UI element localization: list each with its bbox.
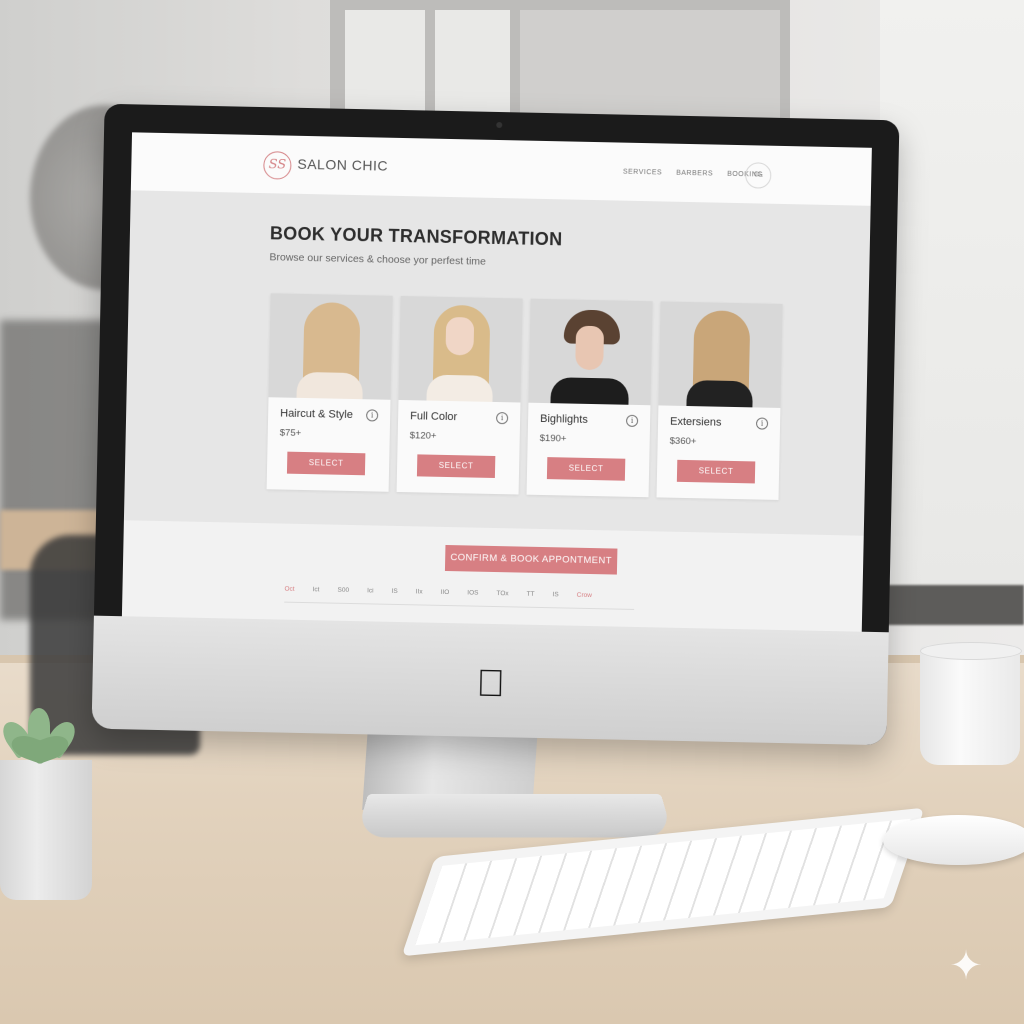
service-photo xyxy=(528,298,653,406)
time-slot-row: Oct Ict S00 Ici IS IIx IIO IOS TOx TT IS… xyxy=(284,586,592,599)
service-card[interactable]: Bighlights i $190+ SELECT xyxy=(526,298,653,498)
imac-monitor: SS SALON CHIC SERVICES BARBERS BOOKING C… xyxy=(91,103,900,746)
select-button[interactable]: SELECT xyxy=(546,457,626,481)
model-torso xyxy=(296,371,364,400)
time-slot[interactable]: Oct xyxy=(284,586,294,593)
model-face xyxy=(575,325,605,371)
nav-item-barbers[interactable]: BARBERS xyxy=(676,170,713,178)
apple-icon:  xyxy=(472,663,509,706)
nav-item-services[interactable]: SERVICES xyxy=(623,169,662,177)
select-button[interactable]: SELECT xyxy=(286,451,366,476)
webcam xyxy=(496,121,503,129)
select-button[interactable]: SELECT xyxy=(676,459,756,484)
service-photo xyxy=(268,293,393,400)
model-face xyxy=(445,316,475,356)
service-photo xyxy=(398,295,523,403)
service-name: Extersiens xyxy=(669,415,722,429)
mug-rim xyxy=(920,642,1022,660)
confirm-book-button[interactable]: CONFIRM & BOOK APPONTMENT xyxy=(444,544,618,575)
monitor-stand-base xyxy=(355,794,674,838)
time-slot[interactable]: Crow xyxy=(577,592,592,599)
time-slot[interactable]: Ict xyxy=(313,586,320,593)
service-price: $190+ xyxy=(539,432,567,445)
info-icon[interactable]: i xyxy=(755,417,769,430)
sparkle-icon: ✦ xyxy=(949,944,983,988)
window-sill xyxy=(870,585,1024,625)
account-button[interactable]: CL xyxy=(745,162,772,189)
time-slot[interactable]: IIO xyxy=(441,589,450,596)
select-button[interactable]: SELECT xyxy=(416,454,496,478)
model-torso xyxy=(426,374,494,403)
window-pane xyxy=(520,10,780,130)
service-price: $360+ xyxy=(669,435,697,448)
info-icon[interactable]: i xyxy=(625,414,639,427)
time-slot[interactable]: IS xyxy=(391,588,397,595)
right-window xyxy=(880,0,1024,600)
service-price: $75+ xyxy=(279,427,302,439)
time-slot[interactable]: Ici xyxy=(367,587,374,594)
time-slot[interactable]: IIx xyxy=(416,588,423,595)
time-slot[interactable]: IOS xyxy=(467,589,478,596)
coffee-mug xyxy=(920,645,1020,765)
time-slot[interactable]: TOx xyxy=(496,590,508,597)
brand-name[interactable]: SALON CHIC xyxy=(297,156,388,174)
timeline-divider xyxy=(284,601,635,610)
time-slot[interactable]: S00 xyxy=(337,587,349,594)
service-cards: Haircut & Style i $75+ SELECT Full Color… xyxy=(266,293,783,500)
model-torso xyxy=(686,380,753,408)
succulent-plant xyxy=(0,700,84,770)
hero-section: BOOK YOUR TRANSFORMATION Browse our serv… xyxy=(123,190,871,536)
page-subtitle: Browse our services & choose yor perfest… xyxy=(269,251,487,268)
info-icon[interactable]: i xyxy=(496,412,509,425)
time-slot[interactable]: TT xyxy=(527,591,535,598)
service-card[interactable]: Full Color i $120+ SELECT xyxy=(396,295,523,495)
model-torso xyxy=(550,377,629,406)
service-card[interactable]: Haircut & Style i $75+ SELECT xyxy=(266,293,393,492)
top-nav: SERVICES BARBERS BOOKING xyxy=(623,169,764,179)
time-slot[interactable]: IS xyxy=(552,591,558,598)
plant-pot xyxy=(0,760,92,900)
service-photo xyxy=(658,301,783,408)
brand-logo[interactable]: SS xyxy=(263,151,292,180)
mouse[interactable] xyxy=(883,815,1024,865)
service-name: Full Color xyxy=(410,410,458,424)
service-card[interactable]: Extersiens i $360+ SELECT xyxy=(656,301,783,500)
page-title: BOOK YOUR TRANSFORMATION xyxy=(269,223,563,250)
monitor-chin:  xyxy=(91,615,889,746)
info-icon[interactable]: i xyxy=(366,409,379,422)
screen: SS SALON CHIC SERVICES BARBERS BOOKING C… xyxy=(121,132,872,632)
service-price: $120+ xyxy=(409,430,437,442)
service-name: Haircut & Style xyxy=(280,407,354,422)
service-name: Bighlights xyxy=(540,412,588,426)
